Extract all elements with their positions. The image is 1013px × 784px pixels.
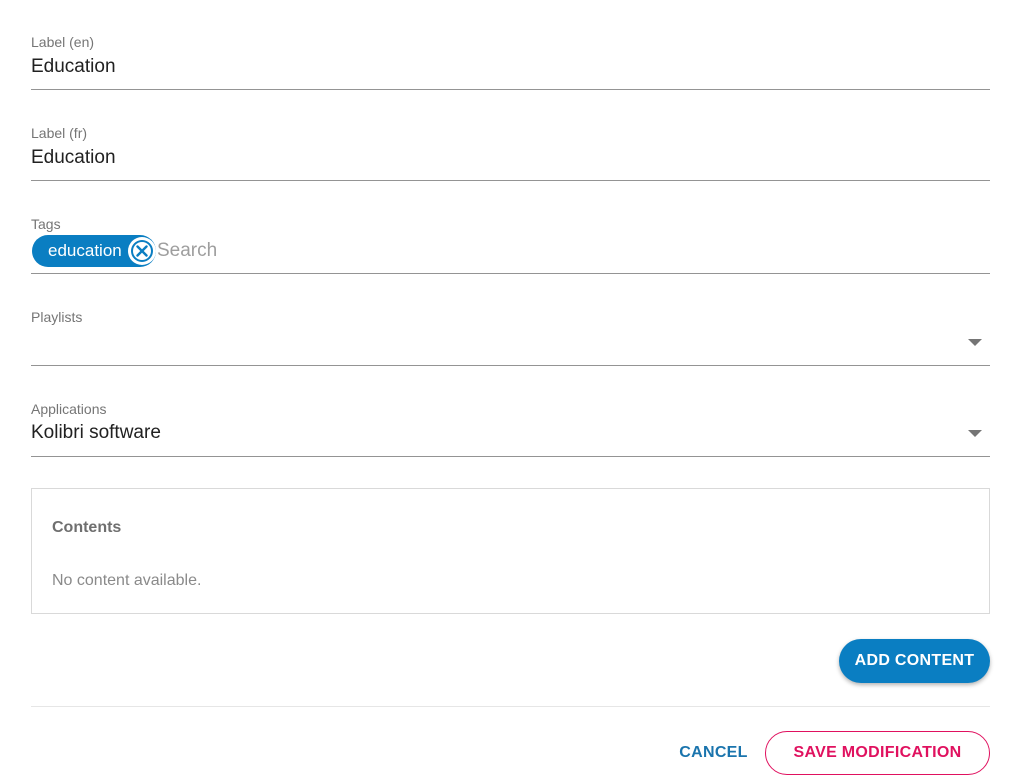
close-circle-icon[interactable] xyxy=(128,237,156,265)
label-fr-input[interactable]: Education xyxy=(31,147,116,169)
tags-search-input[interactable] xyxy=(157,239,457,263)
playlists-caption: Playlists xyxy=(31,309,83,325)
contents-panel: Contents No content available. xyxy=(31,488,990,614)
cancel-button[interactable]: CANCEL xyxy=(671,731,756,775)
applications-caption: Applications xyxy=(31,401,107,417)
contents-title: Contents xyxy=(52,519,122,536)
add-content-button[interactable]: ADD CONTENT xyxy=(839,639,990,683)
label-en-field[interactable]: Label (en) Education xyxy=(31,0,990,90)
tags-input-row: education xyxy=(31,208,990,272)
tag-chip[interactable]: education xyxy=(32,235,156,267)
contents-empty-message: No content available. xyxy=(52,572,202,589)
label-en-input[interactable]: Education xyxy=(31,56,116,78)
caret-down-icon[interactable] xyxy=(968,339,982,346)
tags-field[interactable]: Tags education xyxy=(31,180,990,274)
label-fr-field[interactable]: Label (fr) Education xyxy=(31,89,990,181)
label-fr-caption: Label (fr) xyxy=(31,125,88,141)
tag-chip-label: education xyxy=(48,241,122,260)
label-en-caption: Label (en) xyxy=(31,34,95,50)
save-modification-button[interactable]: SAVE MODIFICATION xyxy=(765,731,990,775)
caret-down-icon[interactable] xyxy=(968,430,982,437)
applications-select[interactable]: Applications Kolibri software xyxy=(31,365,990,457)
playlists-select[interactable]: Playlists xyxy=(31,273,990,366)
applications-value: Kolibri software xyxy=(31,422,161,443)
divider xyxy=(31,706,990,707)
